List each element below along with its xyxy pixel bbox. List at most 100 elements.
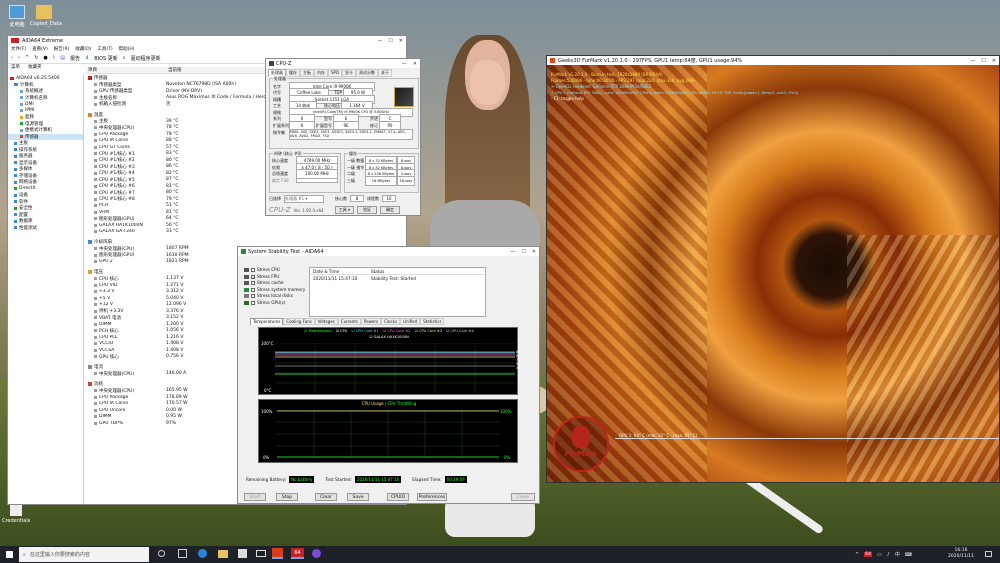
ime-indicator[interactable]: 中	[895, 551, 900, 558]
tab-about[interactable]: 关于	[378, 69, 393, 77]
cpuz-titlebar[interactable]: CPU-Z — ✕	[266, 59, 420, 68]
cpuid-button[interactable]: CPUID	[387, 493, 409, 501]
column-item[interactable]: 项目	[86, 67, 166, 73]
forward-icon[interactable]: ›	[18, 55, 20, 61]
menu-favorites[interactable]: 收藏(O)	[75, 46, 91, 52]
desktop-icon-copied-data[interactable]: Copied_Data	[30, 5, 62, 27]
tab-powers[interactable]: Powers	[360, 318, 382, 325]
tab-voltages[interactable]: Voltages	[314, 318, 338, 325]
log-header-status[interactable]: Status	[368, 269, 384, 274]
tab-statistics[interactable]: Statistics	[420, 318, 445, 325]
tab-currents[interactable]: Currents	[337, 318, 361, 325]
close-icon[interactable]: ✕	[399, 38, 403, 44]
taskbar-app[interactable]	[178, 549, 187, 558]
sensor-icon	[94, 322, 97, 326]
tab-unified[interactable]: Unified	[400, 318, 421, 325]
save-button[interactable]: Save	[347, 493, 369, 501]
maximize-icon[interactable]: ☐	[521, 249, 525, 255]
edge-icon[interactable]	[198, 549, 207, 558]
menu-tools[interactable]: 工具(T)	[97, 46, 112, 52]
report-button[interactable]: 报告	[70, 55, 80, 62]
sensor-row[interactable]: GALAX GA-T240 33 °C	[86, 229, 406, 236]
maximize-icon[interactable]: ☐	[981, 58, 985, 64]
tab-graphics[interactable]: 显卡	[342, 69, 357, 77]
close-icon[interactable]: ✕	[532, 249, 536, 255]
furmark-window[interactable]: Geeks3D FurMark v1.20.1.0 - 297FPS, GPU1…	[546, 55, 1000, 483]
close-icon[interactable]: ✕	[992, 58, 996, 64]
file-explorer-icon[interactable]	[218, 550, 228, 558]
keyboard-icon[interactable]: ⌨	[905, 552, 912, 558]
desktop-icon-credentials[interactable]: Credentials	[2, 502, 30, 524]
tools-button[interactable]: 工具 ▾	[334, 206, 355, 214]
user-icon[interactable]: ●	[43, 55, 47, 61]
stop-button[interactable]: Stop	[276, 493, 298, 501]
tab-temperatures[interactable]: Temperatures	[250, 318, 284, 325]
close-icon[interactable]: ✕	[413, 61, 417, 67]
processor-select[interactable]: 处理器 #1 ▾	[284, 194, 324, 203]
furmark-titlebar[interactable]: Geeks3D FurMark v1.20.1.0 - 297FPS, GPU1…	[547, 56, 999, 65]
sensor-icon	[94, 191, 97, 195]
stress-cache-checkbox[interactable]	[251, 281, 255, 286]
menu-report[interactable]: 报告(R)	[54, 46, 70, 52]
stress-cpu-checkbox[interactable]	[251, 268, 255, 273]
stress-fpu-checkbox[interactable]: ✓	[251, 274, 255, 279]
tab-cooling-fans[interactable]: Cooling Fans	[283, 318, 315, 325]
start-button[interactable]: Start	[244, 493, 266, 501]
tab-spd[interactable]: SPD	[328, 69, 343, 77]
minimize-icon[interactable]: —	[970, 58, 975, 64]
menu-view[interactable]: 查看(V)	[32, 46, 48, 52]
tab-favorites[interactable]: 收藏夹	[28, 64, 42, 71]
tab-memory[interactable]: 内存	[314, 69, 328, 77]
validate-button[interactable]: 验证	[357, 206, 378, 214]
back-icon[interactable]: ‹	[11, 55, 13, 61]
stability-test-window[interactable]: System Stability Test - AIDA64 — ☐ ✕ Stres…	[237, 246, 540, 504]
item-icon	[20, 128, 23, 132]
network-icon[interactable]: ▭	[877, 552, 882, 558]
tab-clocks[interactable]: Clocks	[381, 318, 401, 325]
notification-icon[interactable]	[985, 551, 992, 557]
desktop-icon-this-pc[interactable]: 此电脑	[3, 5, 31, 28]
driver-update-button[interactable]: 驱动程序更新	[131, 55, 161, 62]
tab-menu[interactable]: 菜单	[11, 64, 20, 71]
task-view-icon[interactable]	[158, 550, 165, 557]
mail-icon[interactable]	[256, 550, 266, 557]
minimize-icon[interactable]: —	[510, 249, 515, 255]
clock[interactable]: 16:16 2020/11/11	[948, 548, 974, 560]
stress-memory-checkbox[interactable]	[251, 287, 255, 292]
aida64-taskbar-icon[interactable]: 64	[291, 548, 304, 559]
maximize-icon[interactable]: ☐	[388, 38, 392, 44]
sensor-icon	[94, 303, 97, 307]
tab-mainboard[interactable]: 主板	[300, 69, 314, 77]
log-header-datetime[interactable]: Date & Time	[310, 269, 368, 274]
stress-gpu-checkbox[interactable]	[251, 300, 255, 305]
chevron-up-icon[interactable]: ^	[855, 552, 859, 558]
aida64-titlebar[interactable]: AIDA64 Extreme — ☐ ✕	[8, 36, 406, 45]
up-icon[interactable]: ^	[25, 55, 29, 61]
sst-titlebar[interactable]: System Stability Test - AIDA64 — ☐ ✕	[238, 247, 539, 256]
tray-badge[interactable]: 64	[864, 552, 872, 557]
tab-cache[interactable]: 缓存	[286, 69, 300, 77]
preferences-button[interactable]: Preferences	[417, 493, 447, 501]
bios-update-button[interactable]: BIOS 更新	[94, 55, 118, 62]
search-icon: ⌕	[122, 55, 126, 61]
cpuz-taskbar-icon[interactable]	[312, 549, 321, 558]
volume-icon[interactable]: ♪	[887, 552, 890, 558]
taskbar-search[interactable]: ⌕ 在这里输入你要搜索的内容	[19, 547, 149, 562]
furmark-taskbar-icon[interactable]	[272, 548, 283, 559]
tree-item[interactable]: 性能测试	[8, 225, 83, 232]
menu-file[interactable]: 文件(F)	[11, 46, 26, 52]
clear-button[interactable]: Clear	[315, 493, 337, 501]
minimize-icon[interactable]: —	[377, 38, 382, 44]
close-button[interactable]: Close	[511, 493, 535, 501]
minimize-icon[interactable]: —	[402, 61, 407, 67]
column-value[interactable]: 当前值	[166, 67, 182, 73]
chart-icon[interactable]: ⌇	[53, 55, 55, 61]
store-icon[interactable]	[238, 549, 247, 558]
ok-button[interactable]: 确定	[380, 206, 401, 214]
menu-help[interactable]: 帮助(H)	[119, 46, 135, 52]
cpuz-window[interactable]: CPU-Z — ✕ 处理器 缓存 主板 内存 SPD 显卡 测试分数 关于 处理器…	[265, 58, 421, 216]
windows-start-icon[interactable]	[6, 551, 13, 558]
refresh-icon[interactable]: ↻	[34, 55, 38, 61]
stress-disk-checkbox[interactable]	[251, 294, 255, 299]
tab-bench[interactable]: 测试分数	[356, 69, 379, 77]
